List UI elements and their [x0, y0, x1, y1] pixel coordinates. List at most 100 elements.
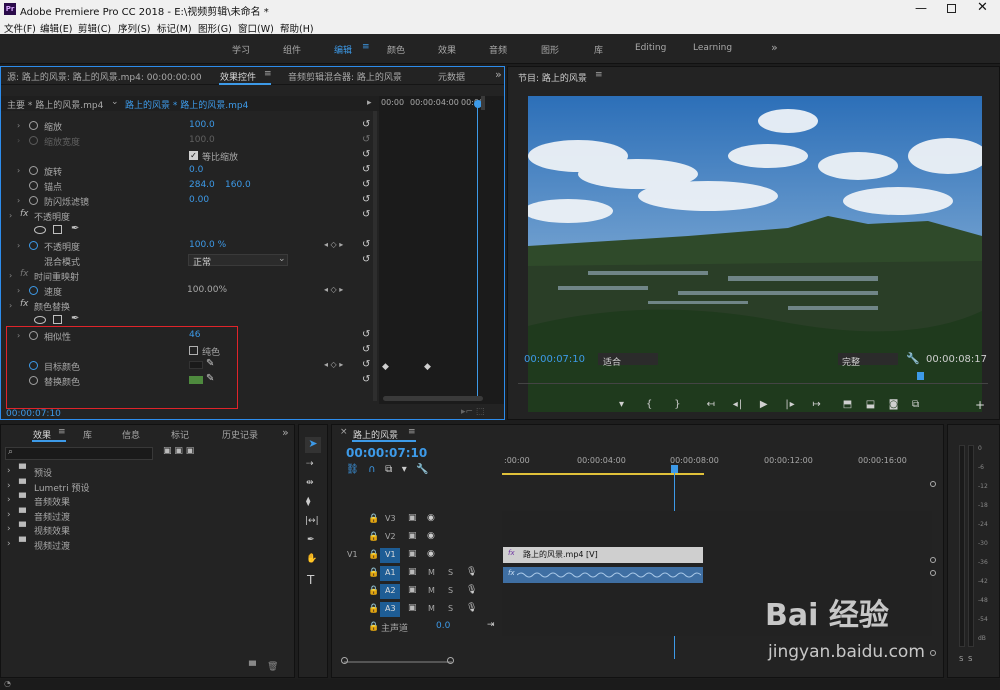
menu-help[interactable]: 帮助(H) — [280, 21, 314, 35]
stopwatch-icon[interactable] — [29, 166, 38, 175]
sync-lock-icon[interactable]: ▣ — [408, 549, 417, 559]
ws-menu-icon[interactable]: ≡ — [362, 42, 370, 52]
reset-icon[interactable]: ↺ — [362, 179, 370, 190]
eye-icon[interactable]: ◉ — [427, 531, 435, 541]
timeline-timecode[interactable]: 00:00:07:10 — [346, 446, 427, 460]
ec-timecode[interactable]: 00:00:07:10 — [6, 409, 61, 419]
sync-lock-icon[interactable]: ▣ — [408, 531, 417, 541]
track-label[interactable]: A3 — [385, 604, 396, 613]
scale-value[interactable]: 100.0 — [189, 120, 215, 130]
timeline-ruler[interactable]: :00:00 00:00:04:00 00:00:08:00 00:00:12:… — [502, 453, 932, 477]
type-tool-icon[interactable]: T — [307, 573, 314, 587]
keyframe-nav-icon[interactable]: ◂ ◇ ▸ — [324, 240, 343, 249]
marker-icon[interactable]: ▾ — [619, 399, 625, 410]
sync-lock-icon[interactable]: ▣ — [408, 603, 417, 613]
tab-history[interactable]: 历史记录 — [222, 428, 258, 441]
ec-bottom-icons[interactable]: ▸⌐ ⬚ — [461, 407, 484, 417]
selection-tool-icon[interactable]: ➤ — [305, 437, 321, 453]
play-only-icon[interactable]: ▸ — [367, 98, 372, 108]
go-to-out-icon[interactable]: ↦ — [812, 399, 821, 410]
effects-menu-icon[interactable]: ≡ — [58, 427, 66, 437]
ws-assembly[interactable]: 组件 — [283, 43, 301, 56]
ws-learn[interactable]: 学习 — [232, 43, 250, 56]
ws-learning-en[interactable]: Learning — [693, 43, 732, 53]
menu-file[interactable]: 文件(F) — [4, 21, 36, 35]
tab-source[interactable]: 源: 路上的风景: 路上的风景.mp4: 00:00:00:00 — [7, 70, 202, 83]
stopwatch-icon[interactable] — [29, 286, 38, 295]
menu-clip[interactable]: 剪辑(C) — [78, 21, 111, 35]
v-scroll-handle-icon[interactable] — [930, 570, 936, 576]
h-scroll-handle-icon[interactable] — [341, 657, 348, 664]
ws-editing[interactable]: 编辑 — [334, 43, 352, 56]
anchor-x-value[interactable]: 284.0 — [189, 180, 215, 190]
list-item[interactable]: › ▀ 视频效果 — [1, 523, 294, 538]
mic-icon[interactable]: 🎙 — [466, 585, 477, 595]
list-item[interactable]: › ▀ 音频过渡 — [1, 509, 294, 524]
pen-tool-icon[interactable]: ✒ — [307, 535, 315, 545]
ec-scrollbar[interactable] — [373, 111, 377, 401]
chevron-right-icon[interactable]: › — [17, 136, 20, 145]
ellipse-mask-icon[interactable] — [34, 316, 46, 324]
tab-menu-icon[interactable]: ≡ — [264, 69, 272, 79]
uniform-scale-checkbox[interactable]: ✓ — [189, 151, 198, 160]
speed-value[interactable]: 100.00% — [187, 285, 227, 295]
program-timecode[interactable]: 00:00:07:10 — [524, 354, 585, 365]
maximize-button[interactable] — [947, 4, 956, 13]
tab-effect-controls[interactable]: 效果控件 — [220, 70, 256, 83]
ripple-edit-icon[interactable]: ⇹ — [306, 478, 314, 488]
mute-button[interactable]: M — [428, 568, 435, 577]
master-volume-value[interactable]: 0.0 — [436, 621, 450, 631]
pen-mask-icon[interactable]: ✒ — [71, 313, 79, 324]
list-item[interactable]: › ▀ Lumetri 预设 — [1, 480, 294, 495]
tab-markers[interactable]: 标记 — [171, 428, 189, 441]
new-folder-icon[interactable]: ▀ — [249, 662, 256, 672]
menu-window[interactable]: 窗口(W) — [238, 21, 274, 35]
reset-icon[interactable]: ↺ — [362, 329, 370, 340]
solo-button[interactable]: S — [448, 604, 453, 613]
chevron-right-icon[interactable]: › — [17, 166, 20, 175]
track-label[interactable]: V2 — [385, 532, 396, 541]
play-icon[interactable]: ▶ — [760, 399, 769, 410]
menu-sequence[interactable]: 序列(S) — [118, 21, 150, 35]
effects-search-input[interactable] — [5, 447, 153, 460]
ellipse-mask-icon[interactable] — [34, 226, 46, 234]
close-button[interactable]: ✕ — [977, 0, 988, 15]
list-item[interactable]: › ▀ 预设 — [1, 465, 294, 480]
stopwatch-icon[interactable] — [29, 181, 38, 190]
audio-clip[interactable]: fx — [503, 567, 703, 583]
program-playhead-icon[interactable] — [917, 372, 924, 380]
video-clip[interactable]: fx 路上的风景.mp4 [V] — [503, 547, 703, 563]
ws-graphics[interactable]: 图形 — [541, 43, 559, 56]
chevron-right-icon[interactable]: › — [17, 121, 20, 130]
timeline-playhead-icon[interactable] — [671, 465, 678, 473]
solo-button[interactable]: S — [448, 586, 453, 595]
stopwatch-icon[interactable] — [29, 136, 38, 145]
list-item[interactable]: › ▀ 音频效果 — [1, 494, 294, 509]
lock-icon[interactable]: 🔒 — [368, 514, 379, 524]
reset-icon[interactable]: ↺ — [362, 374, 370, 385]
stopwatch-icon[interactable] — [29, 196, 38, 205]
chevron-right-icon[interactable]: › — [17, 196, 20, 205]
in-point-icon[interactable]: { — [646, 399, 653, 410]
compare-icon[interactable]: ⧉ — [912, 399, 920, 410]
sync-lock-icon[interactable]: ▣ — [408, 567, 417, 577]
ws-libraries[interactable]: 库 — [594, 43, 603, 56]
menu-edit[interactable]: 编辑(E) — [40, 21, 72, 35]
reset-icon[interactable]: ↺ — [362, 254, 370, 265]
hand-tool-icon[interactable]: ✋ — [306, 554, 317, 564]
opacity-value[interactable]: 100.0 % — [189, 240, 226, 250]
source-patch-v1[interactable]: V1 — [347, 550, 358, 559]
razor-icon[interactable]: ⧫ — [306, 497, 310, 507]
add-button-icon[interactable]: + — [975, 398, 985, 412]
solo-button[interactable]: S — [448, 568, 453, 577]
sync-lock-icon[interactable]: ▣ — [408, 513, 417, 523]
mute-button[interactable]: M — [428, 604, 435, 613]
panel-overflow-icon[interactable]: » — [282, 426, 289, 439]
v-scroll-handle-icon[interactable] — [930, 481, 936, 487]
rect-mask-icon[interactable] — [53, 315, 62, 324]
ws-audio[interactable]: 音频 — [489, 43, 507, 56]
panel-overflow-icon[interactable]: » — [495, 68, 502, 81]
chevron-right-icon[interactable]: › — [9, 271, 12, 280]
lift-icon[interactable]: ⬒ — [843, 399, 853, 410]
ws-color[interactable]: 颜色 — [387, 43, 405, 56]
